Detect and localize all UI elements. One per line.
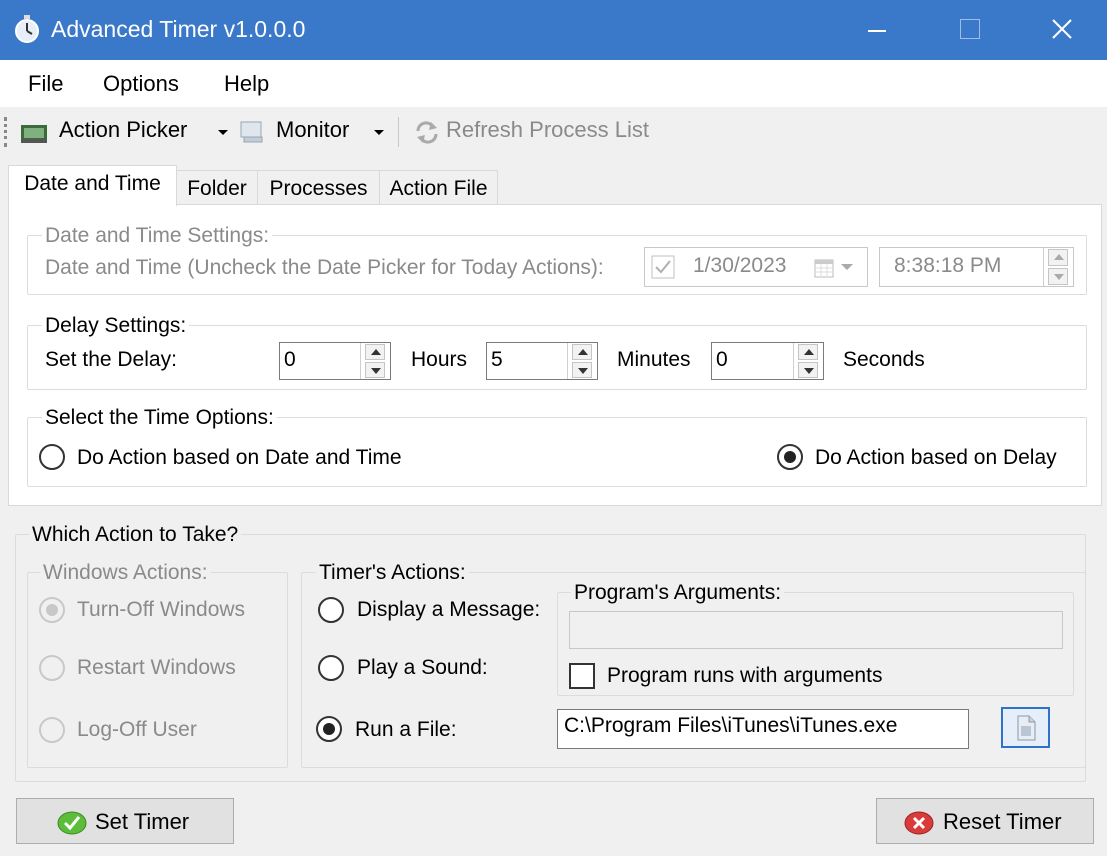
timer-actions-legend: Timer's Actions: — [316, 561, 469, 585]
action-picker-dropdown[interactable]: Action Picker — [59, 117, 187, 143]
radio-date-time-label[interactable]: Do Action based on Date and Time — [77, 446, 402, 470]
date-value: 1/30/2023 — [693, 254, 787, 277]
restart-label[interactable]: Restart Windows — [77, 656, 236, 680]
browse-file-button[interactable] — [1001, 707, 1050, 748]
spin-up-icon[interactable] — [798, 343, 818, 361]
file-icon — [1017, 715, 1036, 741]
program-arguments-group: Program's Arguments: Program runs with a… — [557, 581, 1074, 696]
calendar-icon[interactable] — [813, 257, 835, 279]
set-timer-label: Set Timer — [95, 809, 190, 834]
hours-stepper[interactable]: 0 — [279, 342, 391, 380]
radio-delay-label[interactable]: Do Action based on Delay — [815, 446, 1057, 470]
hours-value: 0 — [284, 348, 296, 371]
tab-action-file[interactable]: Action File — [379, 170, 498, 206]
tab-processes[interactable]: Processes — [257, 170, 380, 206]
seconds-label: Seconds — [843, 348, 925, 371]
windows-actions-legend: Windows Actions: — [40, 561, 211, 585]
log-off-label[interactable]: Log-Off User — [77, 718, 197, 742]
program-arguments-input[interactable] — [569, 611, 1063, 649]
chevron-down-icon[interactable] — [841, 264, 853, 270]
display-message-label[interactable]: Display a Message: — [357, 598, 540, 622]
refresh-icon — [416, 121, 438, 144]
time-options-group: Select the Time Options: Do Action based… — [27, 406, 1087, 487]
radio-date-time[interactable] — [39, 444, 65, 470]
spin-down-icon[interactable] — [572, 361, 592, 379]
seconds-value: 0 — [716, 348, 728, 371]
program-arguments-checkbox-label[interactable]: Program runs with arguments — [607, 664, 882, 688]
toolbar-separator — [398, 117, 399, 147]
time-picker[interactable]: 8:38:18 PM — [879, 247, 1074, 287]
seconds-stepper[interactable]: 0 — [711, 342, 824, 380]
spin-down-icon[interactable] — [798, 361, 818, 379]
spin-up-icon[interactable] — [572, 343, 592, 361]
close-button[interactable] — [1015, 0, 1107, 60]
delay-settings-legend: Delay Settings: — [42, 314, 190, 338]
action-picker-icon — [21, 125, 47, 143]
minutes-label: Minutes — [617, 348, 691, 371]
radio-log-off[interactable] — [39, 717, 65, 743]
minimize-button[interactable] — [830, 0, 922, 60]
title-bar: Advanced Timer v1.0.0.0 — [0, 0, 1107, 60]
date-picker[interactable]: 1/30/2023 — [644, 247, 868, 287]
play-sound-label[interactable]: Play a Sound: — [357, 656, 488, 680]
menu-options[interactable]: Options — [103, 71, 179, 97]
radio-play-sound[interactable] — [318, 655, 344, 681]
radio-display-message[interactable] — [318, 597, 344, 623]
tab-folder[interactable]: Folder — [176, 170, 258, 206]
time-options-legend: Select the Time Options: — [42, 406, 277, 430]
minutes-value: 5 — [491, 348, 503, 371]
spin-down-icon[interactable] — [1048, 267, 1068, 286]
close-icon — [1052, 19, 1072, 39]
date-time-settings-legend: Date and Time Settings: — [42, 224, 273, 248]
chevron-down-icon[interactable] — [374, 130, 384, 135]
set-delay-label: Set the Delay: — [45, 348, 177, 371]
menu-bar: File Options Help — [0, 60, 1107, 107]
window-title: Advanced Timer v1.0.0.0 — [51, 16, 306, 42]
toolbar-grip[interactable] — [4, 117, 8, 147]
minutes-stepper[interactable]: 5 — [486, 342, 598, 380]
radio-delay[interactable] — [777, 444, 803, 470]
checkbox-checked-icon[interactable] — [651, 255, 675, 279]
tab-panel-date-and-time: Date and Time Settings: Date and Time (U… — [8, 204, 1102, 506]
seconds-spinner[interactable] — [793, 343, 823, 379]
program-arguments-checkbox[interactable] — [569, 663, 595, 689]
stopwatch-icon — [15, 15, 39, 43]
windows-actions-group: Windows Actions: Turn-Off Windows Restar… — [27, 561, 288, 768]
hours-label: Hours — [411, 348, 468, 371]
radio-turn-off[interactable] — [39, 597, 65, 623]
monitor-dropdown[interactable]: Monitor — [276, 117, 349, 143]
spin-down-icon[interactable] — [365, 361, 385, 379]
action-group-legend: Which Action to Take? — [29, 523, 242, 547]
spin-up-icon[interactable] — [1048, 248, 1068, 267]
run-file-label[interactable]: Run a File: — [355, 718, 457, 742]
spin-up-icon[interactable] — [365, 343, 385, 361]
menu-file[interactable]: File — [28, 71, 63, 97]
refresh-process-list-button[interactable]: Refresh Process List — [446, 117, 649, 143]
delay-settings-group: Delay Settings: Set the Delay: 0 Hours 5… — [27, 314, 1087, 390]
radio-run-file[interactable] — [316, 716, 342, 742]
check-icon — [57, 811, 87, 835]
time-value: 8:38:18 PM — [894, 254, 1002, 277]
reset-timer-button[interactable]: Reset Timer — [876, 798, 1094, 844]
monitor-icon — [240, 121, 263, 143]
toolbar: Action Picker Monitor Refresh Process Li… — [0, 107, 1107, 157]
chevron-down-icon[interactable] — [218, 130, 228, 135]
set-timer-button[interactable]: Set Timer — [16, 798, 234, 844]
hours-spinner[interactable] — [360, 343, 390, 379]
program-arguments-legend: Program's Arguments: — [571, 581, 785, 605]
action-group: Which Action to Take? Windows Actions: T… — [15, 523, 1086, 782]
radio-restart[interactable] — [39, 655, 65, 681]
date-time-label: Date and Time (Uncheck the Date Picker f… — [45, 256, 604, 279]
tab-date-and-time[interactable]: Date and Time — [8, 165, 177, 206]
timer-actions-group: Timer's Actions: Display a Message: Play… — [301, 561, 1086, 768]
minutes-spinner[interactable] — [567, 343, 597, 379]
menu-help[interactable]: Help — [224, 71, 269, 97]
time-spinner[interactable] — [1043, 248, 1073, 286]
reset-timer-label: Reset Timer — [943, 809, 1062, 834]
file-path-input[interactable]: C:\Program Files\iTunes\iTunes.exe — [557, 709, 969, 749]
turn-off-label[interactable]: Turn-Off Windows — [77, 598, 245, 622]
date-time-settings-group: Date and Time Settings: Date and Time (U… — [27, 224, 1087, 295]
cancel-icon — [904, 811, 934, 835]
maximize-button[interactable] — [922, 0, 1014, 60]
